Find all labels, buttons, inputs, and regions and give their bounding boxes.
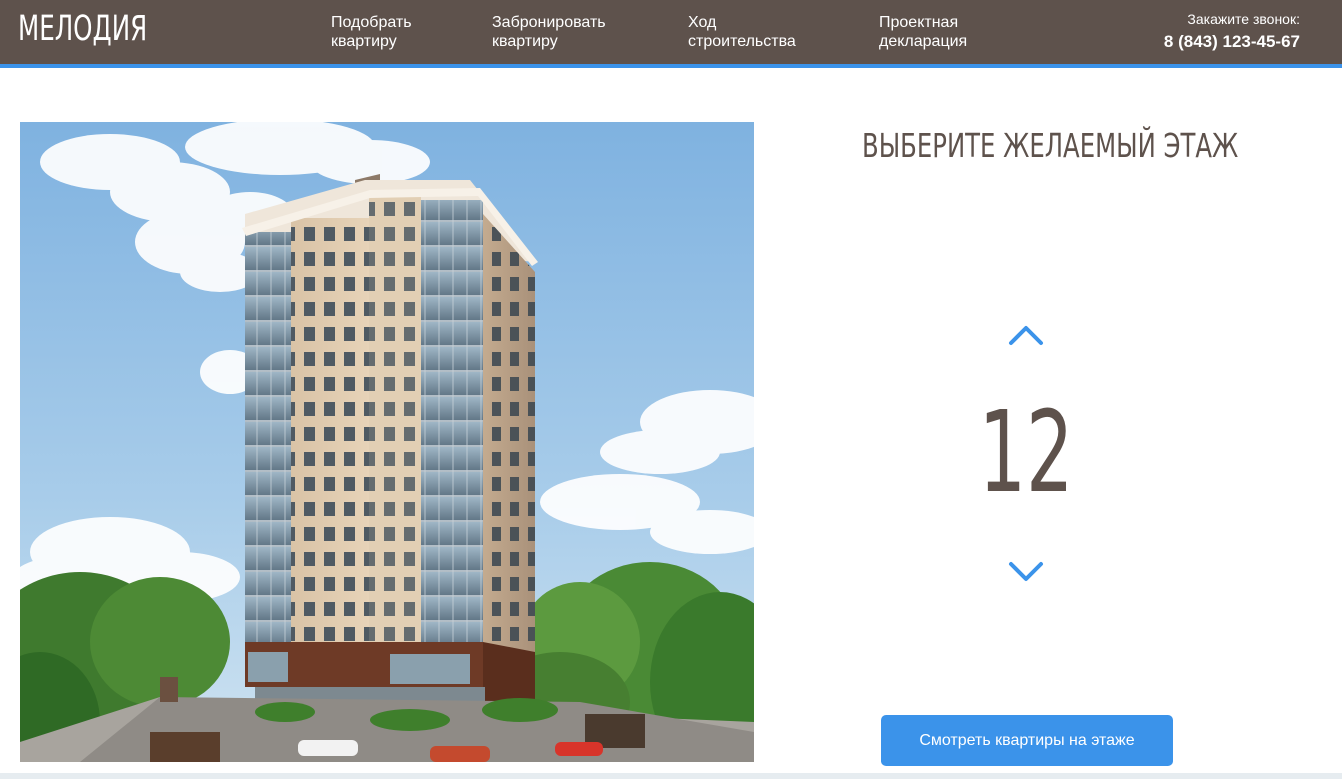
view-floor-apartments-button[interactable]: Смотреть квартиры на этаже — [881, 715, 1173, 766]
nav-choose-apartment-line1: Подобрать — [331, 14, 412, 31]
nav-construction-progress-line2: строительства — [688, 33, 796, 50]
chevron-down-icon[interactable] — [1008, 560, 1044, 584]
nav-project-declaration[interactable]: Проектная декларация — [879, 13, 967, 51]
nav-construction-progress[interactable]: Ход строительства — [688, 13, 796, 51]
nav-choose-apartment[interactable]: Подобрать квартиру — [331, 13, 412, 51]
current-floor-number: 12 — [978, 388, 1074, 518]
chevron-up-icon[interactable] — [1008, 323, 1044, 347]
nav-book-apartment[interactable]: Забронировать квартиру — [492, 13, 606, 51]
callback-block: Закажите звонок: 8 (843) 123-45-67 — [1164, 11, 1300, 54]
nav-project-declaration-line2: декларация — [879, 33, 968, 50]
floor-selector-title: ВЫБЕРИТЕ ЖЕЛАЕМЫЙ ЭТАЖ — [862, 126, 1239, 165]
next-section-edge — [0, 773, 1342, 779]
nav-book-apartment-line1: Забронировать — [492, 14, 606, 31]
nav-project-declaration-line1: Проектная — [879, 14, 959, 31]
nav-choose-apartment-line2: квартиру — [331, 33, 397, 50]
callback-label[interactable]: Закажите звонок: — [1164, 11, 1300, 28]
nav-book-apartment-line2: квартиру — [492, 33, 558, 50]
site-logo[interactable]: МЕЛОДИЯ — [18, 9, 147, 49]
nav-construction-progress-line1: Ход — [688, 14, 717, 31]
building-render-image — [20, 122, 754, 762]
phone-number[interactable]: 8 (843) 123-45-67 — [1164, 30, 1300, 54]
site-header: МЕЛОДИЯ Подобрать квартиру Забронировать… — [0, 0, 1342, 68]
